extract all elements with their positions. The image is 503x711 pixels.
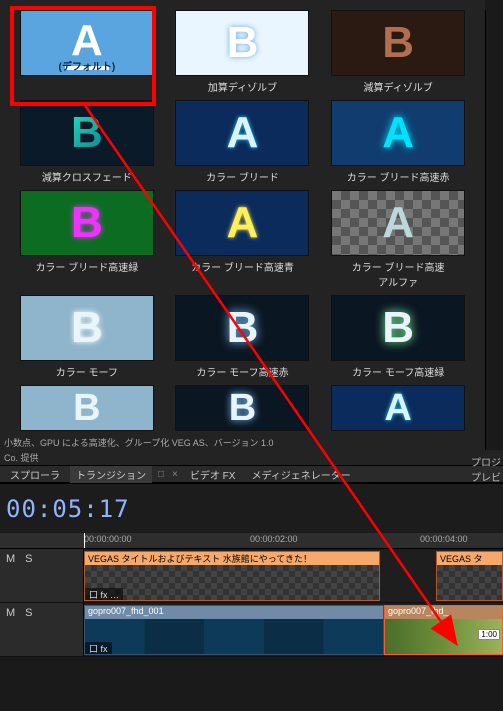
timeline-ruler[interactable]: 00:00:00:00 00:00:02:00 00:00:04:00	[0, 533, 503, 549]
tab-transition[interactable]: トランジション	[70, 466, 152, 483]
clip-title-2[interactable]: VEGAS タ	[436, 551, 503, 601]
transition-color-morph-green[interactable]: B カラー モーフ高速緑	[325, 295, 471, 379]
transition-color-morph-red[interactable]: B カラー モーフ高速赤	[170, 295, 316, 379]
timecode-display[interactable]: 00:05:17	[0, 495, 136, 523]
plugin-info-line2: Co. 提供	[0, 450, 503, 465]
transition-sub-crossfade[interactable]: B 減算クロスフェード	[14, 100, 160, 184]
solo-button[interactable]: S	[25, 553, 32, 565]
track-2-header[interactable]: M S	[0, 603, 84, 656]
transition-color-bleed[interactable]: A カラー ブリード	[170, 100, 316, 184]
clip-video-1[interactable]: gopro007_fhd_001 口 fx	[84, 605, 384, 655]
timeline: 00:00:00:00 00:00:02:00 00:00:04:00 M S …	[0, 533, 503, 657]
right-scrollbar[interactable]	[485, 10, 503, 450]
mute-button[interactable]: M	[6, 553, 15, 565]
transition-color-bleed-alpha[interactable]: A カラー ブリード高速 アルファ	[325, 190, 471, 289]
clip-video-2[interactable]: gopro007_fhd_ 1:00	[384, 605, 503, 655]
track-1-header[interactable]: M S	[0, 549, 84, 602]
clip-duration-badge: 1:00	[478, 629, 500, 640]
default-label: (デフォルト)	[21, 58, 153, 73]
transition-color-bleed-blue[interactable]: A カラー ブリード高速青	[170, 190, 316, 289]
transition-color-bleed-green[interactable]: B カラー ブリード高速緑	[14, 190, 160, 289]
transition-row4-c[interactable]: A	[325, 385, 471, 431]
tab-video-fx[interactable]: ビデオ FX	[184, 466, 242, 483]
transition-add-dissolve[interactable]: B 加算ディゾルブ	[170, 10, 316, 94]
track-2: M S gopro007_fhd_001 口 fx gopro007_fhd_ …	[0, 603, 503, 657]
clip-title-1[interactable]: VEGAS タイトルおよびテキスト 水族館にやってきた！ 口 fx …	[84, 551, 380, 601]
transition-row4-a[interactable]: B	[14, 385, 160, 431]
transport-bar: 00:05:17	[0, 483, 503, 533]
right-panel-labels: プロジ プレビ	[471, 454, 501, 484]
clip-fx-footer[interactable]: 口 fx …	[85, 588, 123, 600]
transition-color-morph[interactable]: B カラー モーフ	[14, 295, 160, 379]
transition-row4-b[interactable]: B	[170, 385, 316, 431]
track-1: M S VEGAS タイトルおよびテキスト 水族館にやってきた！ 口 fx … …	[0, 549, 503, 603]
transition-sub-dissolve[interactable]: B 減算ディゾルブ	[325, 10, 471, 94]
tab-explorer[interactable]: スプローラ	[4, 466, 66, 483]
tab-pin-icon[interactable]: □	[156, 469, 166, 480]
playhead[interactable]	[84, 533, 85, 548]
plugin-info-line1: 小数点、GPU による高速化、グループ化 VEG AS、バージョン 1.0	[0, 435, 503, 450]
solo-button[interactable]: S	[25, 607, 32, 619]
tab-close-icon[interactable]: ×	[170, 469, 180, 480]
tab-media-generator[interactable]: メディジェネレーター	[245, 466, 356, 483]
transition-default[interactable]: A (デフォルト)	[14, 10, 160, 94]
transition-color-bleed-red[interactable]: A カラー ブリード高速赤	[325, 100, 471, 184]
transition-presets-grid: A (デフォルト) B 加算ディゾルブ B 減算ディゾルブ B 減算クロスフェー…	[0, 0, 485, 435]
mute-button[interactable]: M	[6, 607, 15, 619]
panel-tabbar: スプローラ トランジション □ × ビデオ FX メディジェネレーター	[0, 465, 503, 483]
clip-fx-footer[interactable]: 口 fx	[85, 642, 112, 654]
